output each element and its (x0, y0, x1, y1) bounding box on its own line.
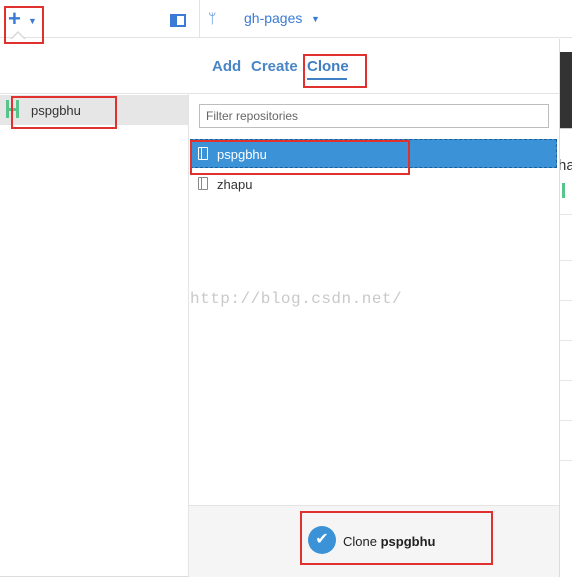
repo-icon (198, 147, 208, 160)
background-text: ha (558, 157, 572, 174)
sidebar-toggle-icon[interactable] (170, 14, 186, 27)
background-rule (560, 300, 572, 301)
account-label: pspgbhu (31, 103, 81, 118)
background-rule (560, 460, 572, 461)
clone-prefix: Clone (343, 534, 377, 549)
watermark: http://blog.csdn.net/ (190, 290, 403, 308)
checkmark-icon[interactable]: ✔ (308, 526, 336, 554)
background-rule (560, 420, 572, 421)
background-rule (560, 340, 572, 341)
repo-icon (198, 177, 208, 190)
plus-icon[interactable]: + (8, 8, 21, 30)
clone-button-label[interactable]: Clone pspgbhu (343, 534, 435, 549)
toolbar-divider (199, 0, 200, 38)
branch-selector[interactable]: gh-pages (244, 10, 302, 26)
github-account-icon (6, 100, 22, 118)
repository-label: pspgbhu (217, 147, 267, 162)
filter-repositories-input[interactable] (199, 104, 549, 128)
branch-chevron-down-icon[interactable]: ▼ (311, 14, 320, 24)
background-rule (560, 260, 572, 261)
tab-create[interactable]: Create (251, 58, 298, 75)
tab-clone[interactable]: Clone (307, 58, 349, 75)
branch-icon[interactable]: ᛘ (208, 10, 216, 26)
tab-add[interactable]: Add (212, 58, 241, 75)
repository-row-zhapu[interactable]: zhapu (217, 177, 252, 192)
background-rule (560, 380, 572, 381)
background-divider (560, 128, 572, 129)
background-panel (560, 52, 572, 128)
account-item-pspgbhu[interactable] (0, 95, 188, 125)
active-tab-indicator (307, 78, 347, 80)
clone-repo-name: pspgbhu (380, 534, 436, 549)
background-rule (560, 214, 572, 215)
chevron-down-icon[interactable]: ▼ (28, 16, 37, 26)
background-green-marker (562, 183, 565, 198)
